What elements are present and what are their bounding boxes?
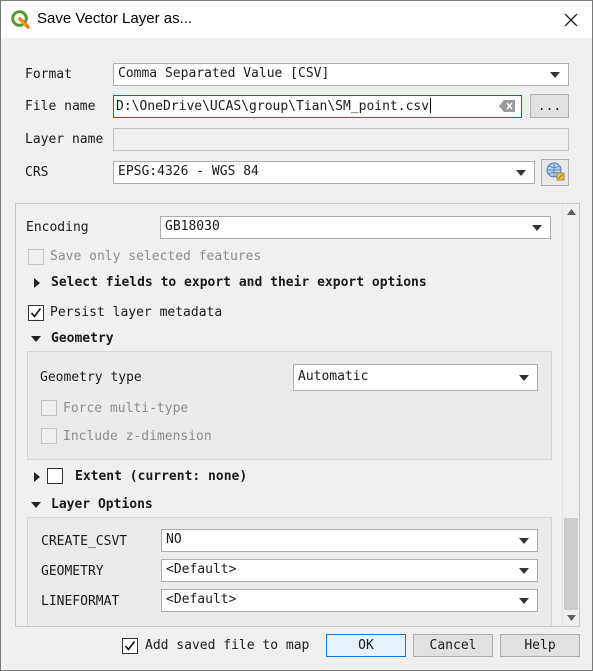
filename-input[interactable]: D:\OneDrive\UCAS\group\Tian\SM_point.csv — [113, 95, 522, 118]
scroll-up-icon[interactable] — [563, 204, 579, 220]
geometry-type-label: Geometry type — [40, 370, 142, 385]
add-to-map-checkbox[interactable] — [122, 638, 138, 654]
layer-option-key: GEOMETRY — [41, 564, 104, 579]
expand-right-icon[interactable] — [34, 278, 40, 288]
extent-checkbox[interactable] — [47, 468, 63, 484]
options-scroll-area: Encoding GB18030 Save only selected feat… — [15, 203, 580, 627]
encoding-value: GB18030 — [165, 219, 220, 234]
globe-icon — [545, 161, 565, 185]
text-caret — [430, 98, 432, 113]
close-icon[interactable] — [560, 9, 582, 31]
layername-input[interactable] — [113, 128, 569, 151]
chevron-down-icon — [516, 170, 526, 176]
force-multi-checkbox[interactable] — [41, 400, 57, 416]
chevron-down-icon — [519, 538, 529, 544]
persist-metadata-checkbox[interactable] — [28, 305, 44, 321]
layer-option-key: CREATE_CSVT — [41, 534, 128, 549]
format-select[interactable]: Comma Separated Value [CSV] — [113, 63, 569, 86]
crs-value: EPSG:4326 - WGS 84 — [118, 164, 259, 179]
layername-label: Layer name — [25, 132, 104, 147]
window-title: Save Vector Layer as... — [37, 10, 193, 27]
include-z-label: Include z-dimension — [63, 429, 212, 444]
format-value: Comma Separated Value [CSV] — [118, 66, 330, 81]
chevron-down-icon — [532, 225, 542, 231]
layer-option-value: <Default> — [166, 592, 237, 607]
checkmark-icon — [124, 641, 136, 651]
extent-header[interactable]: Extent (current: none) — [75, 469, 247, 484]
encoding-label: Encoding — [26, 220, 89, 235]
help-button[interactable]: Help — [500, 634, 580, 657]
layer-option-key: LINEFORMAT — [41, 594, 120, 609]
checkmark-icon — [30, 308, 42, 318]
layer-option-select[interactable]: NO — [161, 529, 538, 552]
select-fields-header[interactable]: Select fields to export and their export… — [51, 275, 427, 290]
geometry-section-header[interactable]: Geometry — [51, 331, 114, 346]
layer-options-group: CREATE_CSVT NO GEOMETRY <Default> LINEFO… — [27, 517, 552, 626]
scrollbar-thumb[interactable] — [564, 518, 578, 610]
chevron-down-icon — [519, 375, 529, 381]
layer-option-value: <Default> — [166, 562, 237, 577]
filename-label: File name — [25, 99, 96, 114]
geometry-type-select[interactable]: Automatic — [293, 364, 538, 391]
layer-options-header[interactable]: Layer Options — [51, 497, 153, 512]
crs-select[interactable]: EPSG:4326 - WGS 84 — [113, 161, 535, 184]
encoding-select[interactable]: GB18030 — [160, 216, 551, 239]
expand-right-icon[interactable] — [34, 472, 40, 482]
layer-option-select[interactable]: <Default> — [161, 559, 538, 582]
save-selected-label: Save only selected features — [50, 249, 262, 264]
clear-icon[interactable] — [499, 100, 515, 112]
qgis-logo-icon — [11, 10, 30, 29]
layer-option-value: NO — [166, 532, 182, 547]
scroll-down-icon[interactable] — [563, 610, 579, 626]
title-bar: Save Vector Layer as... — [1, 1, 592, 38]
ok-button[interactable]: OK — [326, 634, 406, 657]
collapse-down-icon[interactable] — [31, 336, 41, 342]
chevron-down-icon — [550, 72, 560, 78]
force-multi-label: Force multi-type — [63, 401, 189, 416]
browse-button[interactable]: ... — [530, 94, 569, 118]
persist-metadata-label: Persist layer metadata — [50, 305, 223, 320]
collapse-down-icon[interactable] — [31, 502, 41, 508]
add-to-map-label: Add saved file to map — [145, 638, 310, 653]
crs-label: CRS — [25, 165, 49, 180]
cancel-button[interactable]: Cancel — [413, 634, 493, 657]
save-vector-layer-dialog: Save Vector Layer as... Format Comma Sep… — [0, 0, 593, 671]
layer-option-select[interactable]: <Default> — [161, 589, 538, 612]
save-selected-checkbox[interactable] — [28, 249, 44, 265]
chevron-down-icon — [519, 598, 529, 604]
geometry-type-value: Automatic — [298, 369, 369, 384]
filename-value: D:\OneDrive\UCAS\group\Tian\SM_point.csv — [116, 99, 430, 114]
include-z-checkbox[interactable] — [41, 428, 57, 444]
geometry-group: Geometry type Automatic Force multi-type… — [27, 351, 552, 460]
chevron-down-icon — [519, 568, 529, 574]
vertical-scrollbar[interactable] — [562, 204, 579, 626]
crs-selector-button[interactable] — [541, 159, 569, 186]
format-label: Format — [25, 67, 72, 82]
